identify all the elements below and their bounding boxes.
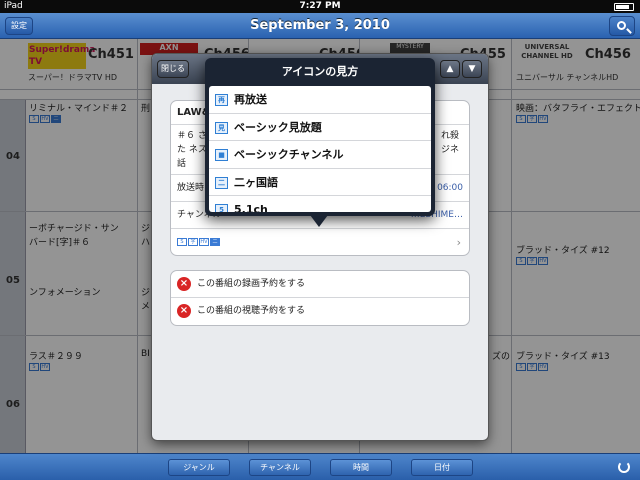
legend-label: 再放送 bbox=[234, 93, 267, 106]
action-label: この番組の視聴予約をする bbox=[197, 306, 306, 316]
chevron-right-icon: › bbox=[456, 236, 461, 249]
actions-group: × この番組の録画予約をする × この番組の視聴予約をする bbox=[170, 270, 470, 326]
search-icon bbox=[617, 21, 626, 30]
hv-icon: HV bbox=[199, 237, 209, 246]
subtitle-icon: 字 bbox=[188, 237, 198, 246]
legend-label: ベーシック見放題 bbox=[234, 120, 322, 134]
time-button[interactable]: 時間 bbox=[330, 459, 392, 476]
date-button[interactable]: 日付 bbox=[411, 459, 473, 476]
action-label: この番組の録画予約をする bbox=[197, 279, 306, 289]
remove-icon: × bbox=[177, 303, 191, 318]
watch-reservation-button[interactable]: × この番組の視聴予約をする bbox=[171, 298, 469, 325]
surround-icon: 5 bbox=[215, 204, 228, 212]
popover-arrow bbox=[310, 215, 328, 227]
legend-item: 二二ヶ国語 bbox=[209, 169, 431, 197]
icon-legend-list[interactable]: 再再放送 見ベーシック見放題 ■ ベーシックチャンネル 二二ヶ国語 5 5.1ch bbox=[209, 86, 431, 212]
bilingual-icon: 二 bbox=[210, 237, 220, 246]
basic-unlimited-icon: 見 bbox=[215, 121, 228, 134]
popover-title: アイコンの見方 bbox=[281, 65, 359, 78]
remove-icon: × bbox=[177, 276, 191, 291]
clock: 7:27 PM bbox=[299, 1, 341, 11]
basic-channel-icon: ■ bbox=[215, 149, 228, 162]
search-button[interactable] bbox=[609, 16, 635, 36]
legend-item: 見ベーシック見放題 bbox=[209, 114, 431, 142]
genre-button[interactable]: ジャンル bbox=[168, 459, 230, 476]
page-title: September 3, 2010 bbox=[250, 18, 390, 33]
legend-label: 二ヶ国語 bbox=[234, 175, 278, 189]
bilingual-icon: 二 bbox=[215, 176, 228, 189]
previous-button[interactable]: ▲ bbox=[440, 60, 460, 78]
broadcast-time: 06:00 bbox=[437, 183, 463, 193]
s-icon: S bbox=[177, 237, 187, 246]
status-bar: iPad 7:27 PM bbox=[0, 0, 640, 13]
battery-icon bbox=[614, 3, 634, 11]
next-button[interactable]: ▼ bbox=[462, 60, 482, 78]
icon-legend-popover: アイコンの見方 再再放送 見ベーシック見放題 ■ ベーシックチャンネル 二二ヶ国語… bbox=[205, 58, 435, 216]
channel-button[interactable]: チャンネル bbox=[249, 459, 311, 476]
nav-bar: 設定 September 3, 2010 bbox=[0, 13, 640, 39]
description-text-right: れ殺 ジネ bbox=[441, 131, 460, 155]
refresh-icon[interactable] bbox=[618, 461, 630, 473]
record-reservation-button[interactable]: × この番組の録画予約をする bbox=[171, 271, 469, 298]
legend-label: ベーシックチャンネル bbox=[234, 148, 344, 162]
legend-item: 5 5.1ch bbox=[209, 196, 431, 212]
broadcast-label: 放送時 bbox=[177, 183, 205, 193]
icon-legend-row[interactable]: S 字 HV 二 › bbox=[171, 229, 469, 255]
rerun-icon: 再 bbox=[215, 94, 228, 106]
legend-item: 再再放送 bbox=[209, 86, 431, 114]
close-button[interactable]: 閉じる bbox=[157, 60, 189, 78]
legend-item: ■ ベーシックチャンネル bbox=[209, 141, 431, 169]
bottom-toolbar: ジャンル チャンネル 時間 日付 bbox=[0, 453, 640, 480]
legend-label: 5.1ch bbox=[234, 203, 268, 212]
